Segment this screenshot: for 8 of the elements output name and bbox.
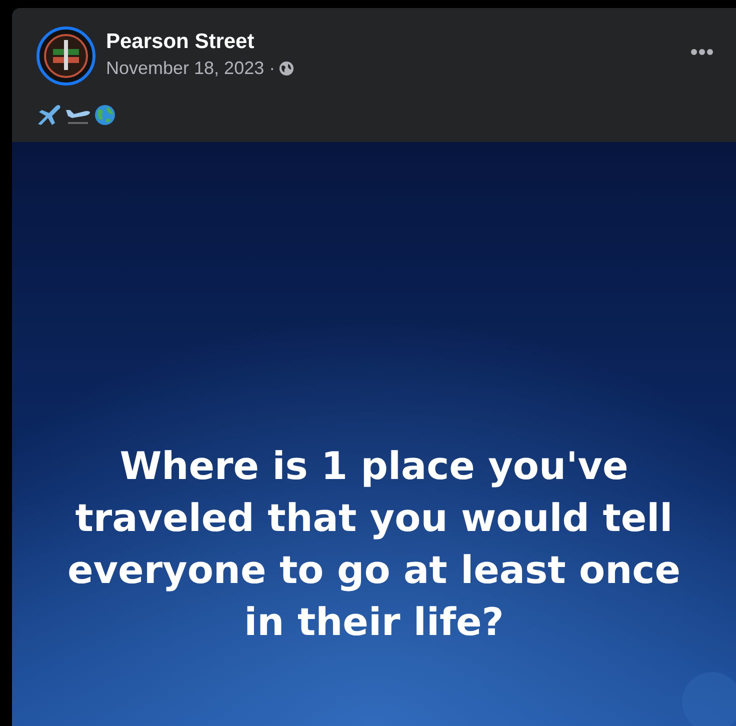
avatar-icon[interactable] (36, 26, 96, 86)
more-options-icon[interactable] (690, 48, 714, 56)
post-date[interactable]: November 18, 2023 · (106, 56, 276, 80)
globe-icon (94, 104, 116, 126)
author-name[interactable]: Pearson Street (106, 28, 294, 56)
airplane-icon (36, 104, 62, 126)
globe-icon (279, 60, 294, 76)
post-image-caption: Where is 1 place you've traveled that you would tell everyone to go at least once in their life? (66, 443, 682, 646)
